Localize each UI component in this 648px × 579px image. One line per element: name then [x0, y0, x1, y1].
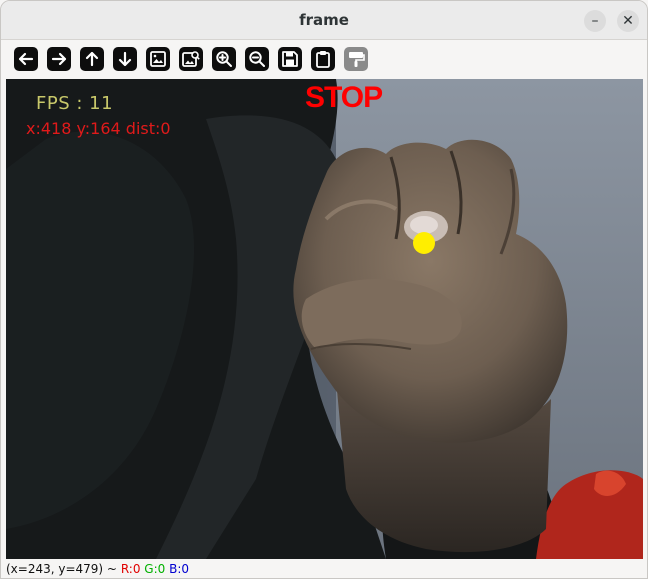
minimize-icon: –	[591, 13, 599, 29]
title-bar[interactable]: frame – ✕	[1, 1, 647, 40]
status-red: R:0	[120, 562, 141, 576]
arrow-up-icon	[85, 51, 99, 67]
app-window: frame – ✕ FPS: 11 x:418 y:164 dist:0 ST…	[0, 0, 648, 579]
status-green: G:0	[144, 562, 166, 576]
zoom-out-button[interactable]	[245, 47, 269, 71]
copy-clipboard-button[interactable]	[311, 47, 335, 71]
status-position: (x=243, y=479) ~	[6, 562, 117, 576]
fps-label: FPS : 11	[36, 93, 114, 114]
camera-frame[interactable]: FPS : 11 x:418 y:164 dist:0 STOP	[6, 79, 643, 559]
zoom-in-button[interactable]	[212, 47, 236, 71]
save-button[interactable]	[278, 47, 302, 71]
close-icon: ✕	[622, 13, 634, 29]
window-title: frame	[299, 11, 349, 29]
zoom-original-button[interactable]	[146, 47, 170, 71]
paint-roller-icon	[349, 52, 365, 67]
zoom-in-icon	[216, 51, 232, 67]
pan-left-button[interactable]	[14, 47, 38, 71]
clipboard-icon	[316, 51, 330, 68]
gesture-label: STOP	[305, 81, 383, 114]
zoom-fit-button[interactable]	[179, 47, 203, 71]
tracking-marker	[413, 232, 435, 254]
status-blue: B:0	[169, 562, 190, 576]
pan-up-button[interactable]	[80, 47, 104, 71]
pan-down-button[interactable]	[113, 47, 137, 71]
image-zoom-icon	[182, 51, 200, 67]
arrow-right-icon	[51, 52, 67, 66]
camera-image	[6, 79, 643, 559]
properties-button[interactable]	[344, 47, 368, 71]
status-bar: (x=243, y=479) ~ R:0 G:0 B:0	[1, 560, 647, 578]
floppy-disk-icon	[282, 51, 298, 67]
close-button[interactable]: ✕	[617, 10, 639, 32]
coords-label: x:418 y:164 dist:0	[26, 119, 171, 138]
image-icon	[150, 51, 166, 67]
pan-right-button[interactable]	[47, 47, 71, 71]
arrow-down-icon	[118, 51, 132, 67]
zoom-out-icon	[249, 51, 265, 67]
arrow-left-icon	[18, 52, 34, 66]
toolbar	[1, 40, 647, 78]
minimize-button[interactable]: –	[584, 10, 606, 32]
